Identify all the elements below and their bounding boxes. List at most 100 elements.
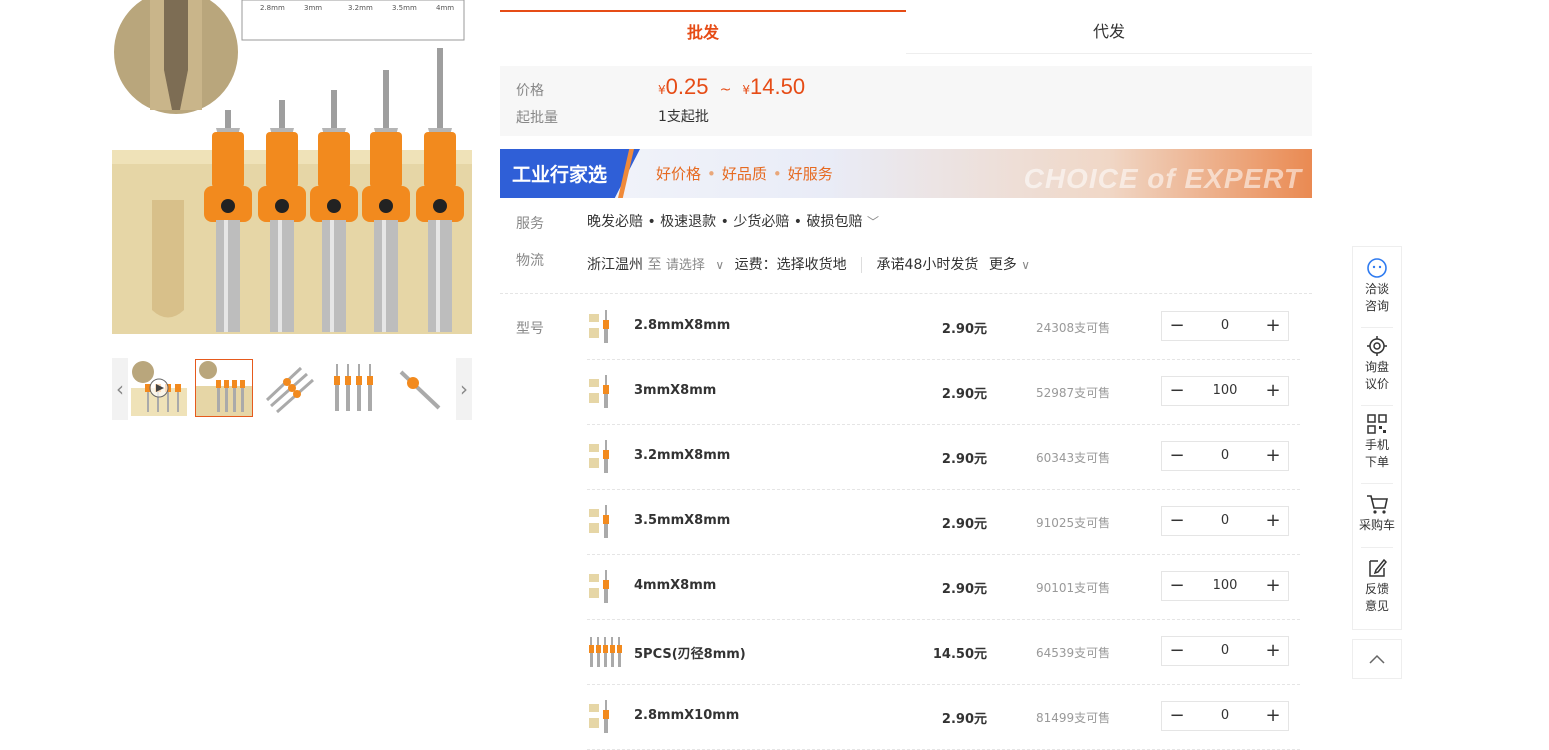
sku-thumbnail[interactable] [587, 373, 623, 409]
inquiry-label: 询盘议价 [1364, 360, 1389, 391]
thumbnail-2-image [196, 360, 252, 416]
quantity-input[interactable]: 100 [1192, 377, 1258, 405]
service-guarantees-text: 晚发必赔 • 极速退款 • 少货必赔 • 破损包赔 [587, 214, 863, 230]
sku-thumbnail[interactable] [587, 308, 623, 344]
sku-name: 2.8mmX10mm [634, 708, 740, 723]
banner-slogans: 好价格 • 好品质 • 好服务 [656, 165, 833, 183]
drill-bit-tip [383, 70, 389, 138]
increase-button[interactable]: + [1258, 702, 1288, 730]
consult-label: 洽谈咨询 [1364, 282, 1389, 313]
sku-price: 2.90元 [941, 387, 987, 402]
freight-info: 运费：选择收货地 [734, 257, 847, 273]
drill-collar [212, 132, 244, 188]
price-separator: ~ [719, 82, 732, 98]
feedback-label: 反馈意见 [1364, 582, 1389, 613]
tab-dropship[interactable]: 代发 [906, 10, 1312, 54]
drill-bit-tip [437, 48, 443, 138]
increase-button[interactable]: + [1258, 442, 1288, 470]
back-to-top-button[interactable] [1352, 639, 1402, 679]
shank-highlight [278, 220, 282, 332]
sku-name: 3mmX8mm [634, 383, 717, 398]
set-screw [327, 199, 341, 213]
quantity-stepper: −0 + [1161, 311, 1289, 341]
thumbnail-5-image [391, 360, 447, 416]
ship-promise: 承诺48小时发货 [876, 257, 979, 273]
sku-thumbnail[interactable] [587, 698, 623, 734]
sku-thumbnail[interactable] [587, 503, 623, 539]
consult-button[interactable]: 洽谈咨询 [1357, 257, 1397, 315]
quantity-input[interactable]: 0 [1192, 442, 1258, 470]
service-guarantees[interactable]: 晚发必赔 • 极速退款 • 少货必赔 • 破损包赔 ﹀ [587, 211, 879, 231]
increase-button[interactable]: + [1258, 377, 1288, 405]
increase-button[interactable]: + [1258, 507, 1288, 535]
quantity-input[interactable]: 0 [1192, 702, 1258, 730]
quantity-stepper: −100 + [1161, 571, 1289, 601]
tab-wholesale[interactable]: 批发 [500, 10, 906, 56]
decrease-button[interactable]: − [1162, 377, 1192, 405]
thumbnail-4[interactable] [325, 359, 383, 417]
decrease-button[interactable]: − [1162, 312, 1192, 340]
decrease-button[interactable]: − [1162, 702, 1192, 730]
quantity-input[interactable]: 0 [1192, 507, 1258, 535]
toolbar-divider [1361, 483, 1393, 484]
thumb-prev-button[interactable]: ‹ [112, 358, 128, 420]
price-box: 价格 ¥0.25 ~ ¥14.50 起批量 1支起批 [500, 66, 1312, 136]
quantity-input[interactable]: 0 [1192, 637, 1258, 665]
main-product-image[interactable]: 2.8mm 3mm 3.2mm 3.5mm 4mm [112, 0, 472, 334]
thumbnail-1-image [131, 360, 187, 416]
destination-chevron-icon[interactable]: ∨ [715, 258, 724, 272]
increase-button[interactable]: + [1258, 572, 1288, 600]
size-chart-label: 3mm [304, 4, 322, 12]
toolbar-divider [1361, 547, 1393, 548]
shank-highlight [436, 220, 440, 332]
decrease-button[interactable]: − [1162, 442, 1192, 470]
more-logistics-link[interactable]: 更多 [989, 257, 1017, 273]
size-chart-label: 4mm [436, 4, 454, 12]
sku-name: 5PCS(刃径8mm) [634, 647, 746, 662]
sku-price: 14.50元 [932, 647, 987, 662]
thumbnail-3[interactable] [260, 359, 318, 417]
chevron-down-icon[interactable]: ∨ [1021, 258, 1030, 272]
quantity-input[interactable]: 0 [1192, 312, 1258, 340]
sku-thumbnail[interactable] [587, 633, 623, 669]
sku-price: 2.90元 [941, 452, 987, 467]
mobile-order-button[interactable]: 手机下单 [1357, 413, 1397, 471]
ship-origin: 浙江温州 [587, 257, 643, 273]
logistics-row: 浙江温州 至 请选择 ∨ 运费：选择收货地 承诺48小时发货 更多 ∨ [587, 254, 1030, 274]
price-max: 14.50 [750, 74, 806, 99]
cart-button[interactable]: 采购车 [1357, 493, 1397, 534]
thumbnail-2[interactable] [195, 359, 253, 417]
feedback-icon [1369, 558, 1388, 577]
sku-thumbnail[interactable] [587, 568, 623, 604]
decrease-button[interactable]: − [1162, 507, 1192, 535]
banner-title: 工业行家选 [512, 164, 608, 186]
sku-price: 2.90元 [941, 712, 987, 727]
sku-stock: 24308支可售 [1036, 321, 1111, 335]
purchase-mode-tabs: 批发 代发 [500, 10, 1312, 54]
sku-price: 2.90元 [941, 582, 987, 597]
sku-thumbnail[interactable] [587, 438, 623, 474]
sku-stock: 52987支可售 [1036, 386, 1111, 400]
floating-toolbar: 洽谈咨询 询盘议价 手机下单 采购车 反馈意见 [1352, 246, 1402, 630]
thumbnail-1[interactable] [130, 359, 188, 417]
currency-symbol: ¥ [658, 83, 666, 97]
feedback-button[interactable]: 反馈意见 [1357, 557, 1397, 615]
drill-collar [424, 132, 456, 188]
thumbnail-strip: ‹ › [112, 358, 472, 420]
increase-button[interactable]: + [1258, 637, 1288, 665]
service-label: 服务 [516, 216, 544, 232]
increase-button[interactable]: + [1258, 312, 1288, 340]
sku-label: 型号 [516, 321, 544, 337]
qrcode-icon [1367, 414, 1387, 434]
inquiry-icon [1367, 336, 1387, 356]
thumbnail-5[interactable] [390, 359, 448, 417]
size-chart-label: 3.5mm [392, 4, 417, 12]
drill-collar [370, 132, 402, 188]
sku-row: 3.5mmX8mm 2.90元 91025支可售 −0 + [587, 489, 1300, 555]
inquiry-button[interactable]: 询盘议价 [1357, 335, 1397, 393]
decrease-button[interactable]: − [1162, 637, 1192, 665]
quantity-input[interactable]: 100 [1192, 572, 1258, 600]
destination-select[interactable]: 请选择 [666, 258, 705, 273]
thumb-next-button[interactable]: › [456, 358, 472, 420]
decrease-button[interactable]: − [1162, 572, 1192, 600]
